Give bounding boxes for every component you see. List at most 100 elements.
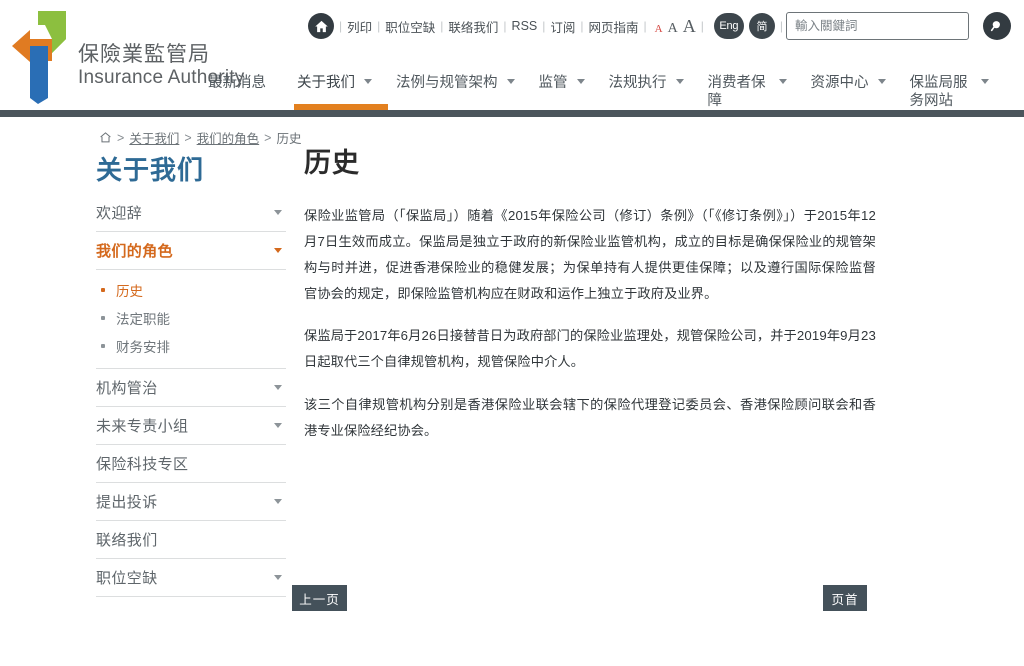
sidebar-item-make-a-complaint[interactable]: 提出投诉 [96,483,286,522]
utility-bar: | 列印 | 职位空缺 | 联络我们 | RSS | 订阅 | 网页指南 | A… [308,11,788,41]
utility-link-sitemap[interactable]: 网页指南 [589,17,639,36]
back-to-top-button[interactable]: 页首 [823,585,867,611]
breadcrumb-item-about-us[interactable]: 关于我们 [129,128,179,147]
nav-label: 保监局服务网站 [909,75,968,110]
sidebar-item-corporate-governance[interactable]: 机构管治 [96,369,286,408]
insurance-authority-logo-icon [8,6,70,104]
utility-link-print[interactable]: 列印 [347,17,372,36]
nav-label: 法例与规管架构 [396,75,498,91]
sidebar-title: 关于我们 [96,155,205,185]
chevron-down-icon [274,575,282,581]
nav-item-enforcement[interactable]: 法规执行 [609,62,684,92]
chevron-down-icon [877,79,886,84]
sidebar-item-welcome-message[interactable]: 欢迎辞 [96,194,286,233]
page-body: > 关于我们 > 我们的角色 > 历史 关于我们 欢迎辞 我们的角色 历史 法定… [0,117,1024,666]
sidebar-item-label: 我们的角色 [96,243,174,261]
sidebar-item-our-role[interactable]: 我们的角色 [96,232,286,271]
chevron-down-icon [980,79,989,84]
nav-item-latest-news[interactable]: 最新消息 [208,62,266,92]
utility-link-job-vacancies[interactable]: 职位空缺 [385,17,435,36]
nav-item-resource-centre[interactable]: 资源中心 [811,62,886,92]
sidebar-item-label: 欢迎辞 [96,205,143,223]
nav-item-ia-services-portal[interactable]: 保监局服务网站 [910,62,989,110]
breadcrumb-item-history: 历史 [276,132,302,146]
chevron-down-icon [364,79,372,84]
previous-page-button[interactable]: 上一页 [292,585,347,611]
chevron-down-icon [274,210,282,216]
sidebar-sublist: 历史 法定职能 财务安排 [96,270,286,370]
nav-item-consumer-protection[interactable]: 消费者保障 [708,62,787,110]
language-english-button[interactable]: Eng [713,13,744,39]
chevron-down-icon [274,499,282,505]
sidebar-subitem-statutory-functions[interactable]: 法定职能 [96,304,286,332]
nav-label: 消费者保障 [707,75,766,110]
chevron-down-icon [778,79,787,84]
utility-separator: | [779,19,783,33]
bullet-icon [101,344,105,349]
utility-link-contact-us[interactable]: 联络我们 [448,17,498,36]
sidebar-item-label: 联络我们 [96,532,158,550]
sidebar-item-insurtech-corner[interactable]: 保险科技专区 [96,445,286,484]
breadcrumb-item-our-role[interactable]: 我们的角色 [197,128,260,147]
home-icon[interactable] [99,131,112,144]
main-navigation: 最新消息 关于我们 法例与规管架构 监管 法规执行 消费者保障 资源中心 保监局… [208,62,1024,110]
utility-separator: | [339,19,343,33]
nav-label: 关于我们 [297,75,355,91]
sidebar-item-label: 未来专责小组 [96,418,189,436]
chevron-down-icon [274,385,282,391]
nav-item-legislation-framework[interactable]: 法例与规管架构 [396,62,515,92]
chevron-down-icon [506,79,515,84]
content-paragraph: 保险业监管局（「保监局」）随着《2015年保险公司（修订）条例》（「《修订条例》… [304,208,876,301]
sidebar-item-label: 保险科技专区 [96,456,189,474]
breadcrumb-separator: > [264,130,272,145]
search-icon[interactable] [983,12,1011,40]
page-title: 历史 [304,148,360,178]
sidebar-item-job-vacancies[interactable]: 职位空缺 [96,559,286,598]
sidebar-subitem-financial-arrangements[interactable]: 财务安排 [96,332,286,360]
sidebar-subitem-label: 财务安排 [116,340,170,356]
nav-label: 资源中心 [810,75,869,91]
font-size-small-button[interactable]: A [655,23,663,35]
nav-label: 法规执行 [608,75,667,91]
breadcrumb-separator: > [184,130,192,145]
sidebar-subitem-label: 法定职能 [116,312,170,328]
bullet-icon [101,288,105,293]
nav-item-supervision[interactable]: 监管 [539,62,585,92]
bullet-icon [101,316,105,321]
sidebar: 关于我们 欢迎辞 我们的角色 历史 法定职能 财务安排 机构管治 未来专责小组 … [96,155,286,598]
chevron-down-icon [675,79,684,84]
utility-separator: | [580,19,584,33]
utility-separator: | [440,19,444,33]
sidebar-subitem-label: 历史 [116,284,143,300]
utility-link-subscribe[interactable]: 订阅 [550,17,575,36]
font-size-controls: A A A [655,16,696,37]
language-simplified-button[interactable]: 简 [748,13,775,39]
utility-separator: | [700,19,704,33]
nav-label: 最新消息 [208,75,266,91]
content-paragraph: 该三个自律规管机构分别是香港保险业联会辖下的保险代理登记委员会、香港保险顾问联会… [304,396,876,438]
sidebar-subitem-history[interactable]: 历史 [96,276,286,304]
font-size-medium-button[interactable]: A [668,21,678,37]
sidebar-item-label: 提出投诉 [96,494,158,512]
utility-separator: | [643,19,647,33]
utility-link-rss[interactable]: RSS [512,19,538,33]
home-icon[interactable] [308,13,334,39]
breadcrumb-separator: > [117,130,125,145]
chevron-down-icon [274,423,282,429]
header-bottom-rule [0,110,1024,117]
font-size-large-button[interactable]: A [683,16,696,37]
utility-separator: | [503,19,507,33]
sidebar-item-future-task-force[interactable]: 未来专责小组 [96,407,286,446]
nav-item-about-us[interactable]: 关于我们 [297,62,372,92]
chevron-down-icon [576,79,585,84]
chevron-down-icon [274,248,282,254]
site-header: 保險業監管局 Insurance Authority | 列印 | 职位空缺 |… [0,0,1024,117]
content-paragraph: 保监局于2017年6月26日接替昔日为政府部门的保险业监理处，规管保险公司，并于… [304,328,876,370]
sidebar-item-label: 职位空缺 [96,570,158,588]
sidebar-item-contact-us[interactable]: 联络我们 [96,521,286,560]
nav-label: 监管 [538,75,568,91]
search-input[interactable] [786,12,969,40]
breadcrumb: > 关于我们 > 我们的角色 > 历史 [99,128,301,147]
utility-separator: | [542,19,546,33]
utility-separator: | [377,19,381,33]
